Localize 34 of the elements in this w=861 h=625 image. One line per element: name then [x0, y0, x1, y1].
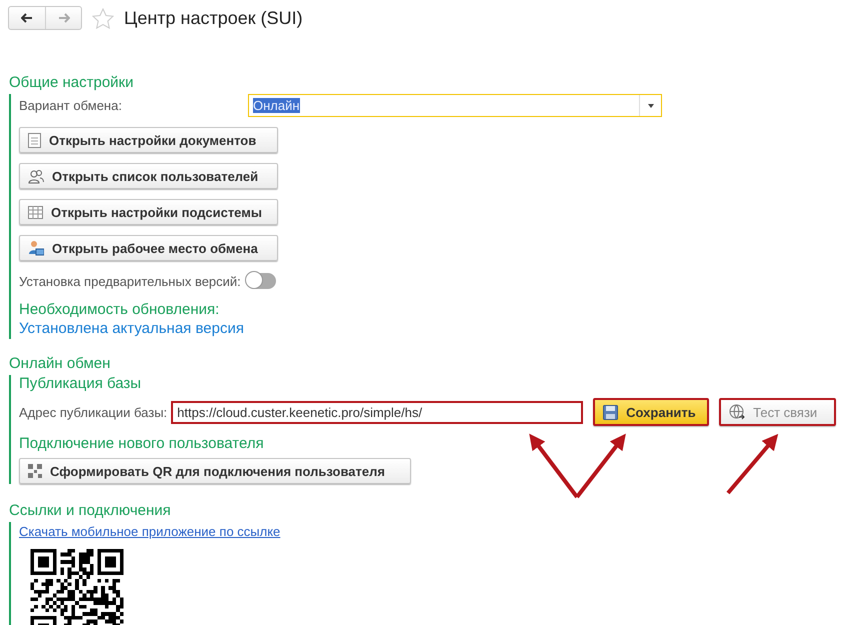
exchange-variant-dropdown[interactable]: Онлайн	[248, 94, 662, 117]
subsection-heading: Подключение нового пользователя	[19, 435, 265, 453]
window-title: Центр настроек (SUI)	[124, 8, 303, 28]
generate-qr-button[interactable]: Сформировать QR для подключения пользователя	[19, 458, 411, 484]
caret-icon	[648, 104, 654, 108]
subsection-heading: Публикация базы	[19, 375, 142, 393]
action-button[interactable]: Открыть рабочее место обмена	[19, 235, 278, 261]
subsection-heading: Необходимость обновления:	[19, 301, 220, 319]
action-button[interactable]: Открыть настройки документов	[19, 127, 278, 153]
update-status: Установлена актуальная версия	[19, 319, 245, 339]
document-icon	[28, 132, 41, 148]
user-computer-icon	[28, 240, 44, 256]
action-button[interactable]: Открыть список пользователей	[19, 163, 278, 189]
annotation-arrow	[529, 434, 579, 498]
address-field[interactable]: https://cloud.custer.keenetic.pro/simple/hs/	[171, 400, 584, 424]
section-heading: Общие настройки	[9, 74, 134, 92]
star-icon[interactable]	[92, 8, 114, 28]
back-arrow-icon	[21, 13, 33, 23]
table-icon	[28, 206, 43, 218]
annotation-arrow	[575, 434, 626, 498]
annotation-arrow	[726, 434, 778, 494]
download-app-link[interactable]: Скачать мобильное приложение по ссылке	[19, 524, 280, 539]
field-label: Адрес публикации базы:	[19, 404, 168, 420]
section-heading: Ссылки и подключения	[9, 502, 172, 520]
section-heading: Онлайн обмен	[9, 355, 112, 373]
field-label: Установка предварительных версий:	[19, 274, 241, 288]
qr-icon	[28, 464, 42, 478]
globe-icon	[729, 404, 746, 420]
toggle-switch[interactable]	[246, 273, 276, 289]
save-button[interactable]: Сохранить	[593, 398, 710, 426]
forward-arrow-icon	[58, 13, 70, 23]
field-label: Вариант обмена:	[19, 98, 123, 113]
users-icon	[28, 168, 44, 184]
action-button[interactable]: Открыть настройки подсистемы	[19, 199, 278, 225]
